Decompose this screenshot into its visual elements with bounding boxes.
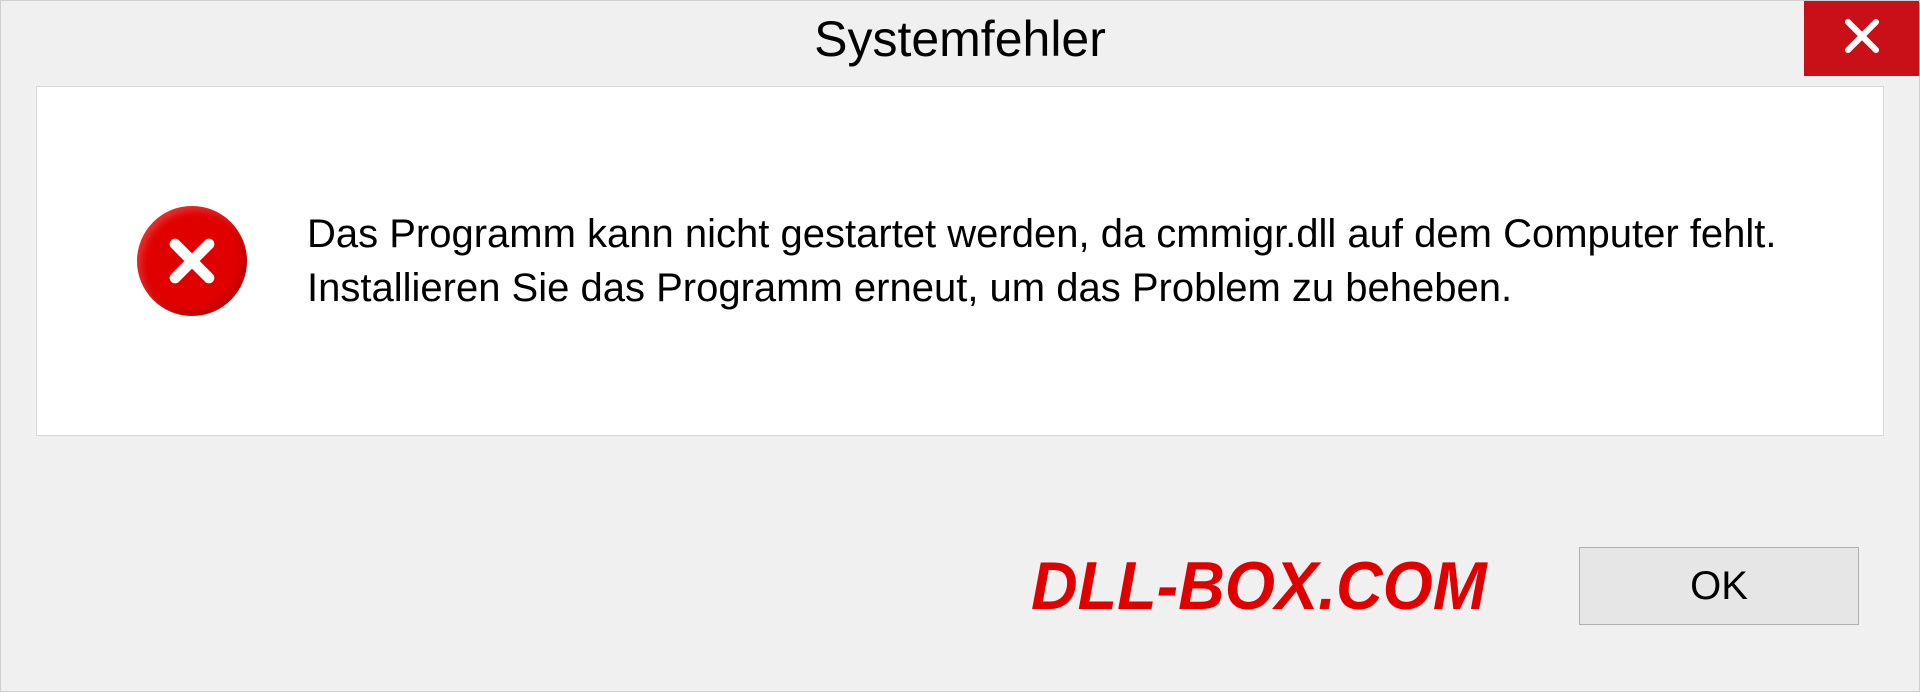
close-icon xyxy=(1841,15,1883,62)
error-dialog: Systemfehler Das Programm kann nicht ges… xyxy=(0,0,1920,692)
dialog-title: Systemfehler xyxy=(814,10,1106,68)
dialog-footer: DLL-BOX.COM OK xyxy=(1,481,1919,691)
watermark-text: DLL-BOX.COM xyxy=(1031,547,1487,625)
content-panel: Das Programm kann nicht gestartet werden… xyxy=(36,86,1884,436)
ok-button[interactable]: OK xyxy=(1579,547,1859,625)
title-bar: Systemfehler xyxy=(1,1,1919,76)
close-button[interactable] xyxy=(1804,1,1919,76)
error-icon xyxy=(137,206,247,316)
error-message: Das Programm kann nicht gestartet werden… xyxy=(307,207,1823,315)
